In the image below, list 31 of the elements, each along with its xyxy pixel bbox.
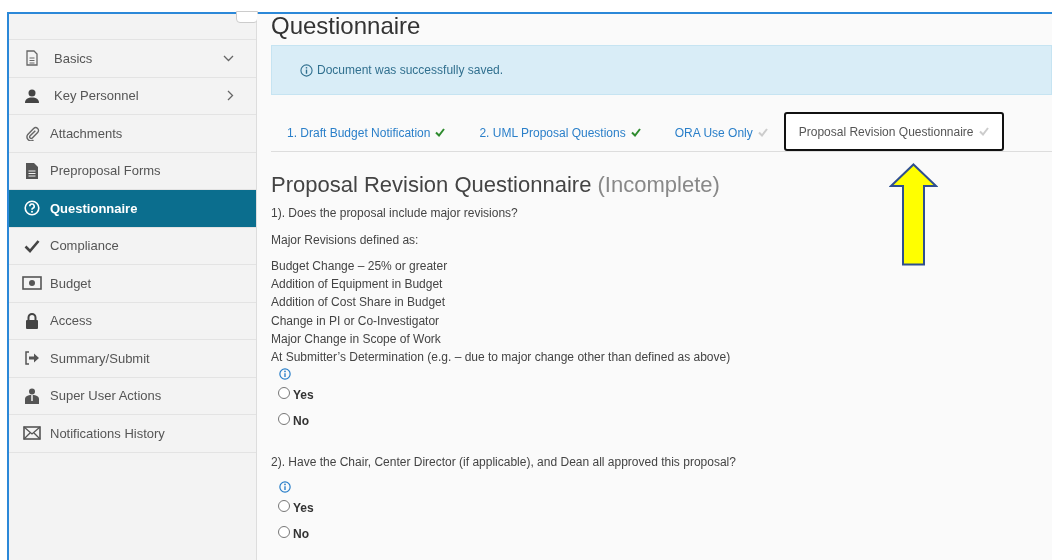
sidebar-item[interactable]: Notifications History [9, 414, 256, 452]
sidebar-item[interactable]: Basics [9, 39, 256, 77]
definition-line: At Submitter’s Determination (e.g. – due to major change other than defined as above) [271, 349, 732, 366]
sidebar-item[interactable]: Summary/Submit [9, 339, 256, 377]
definition-line: Addition of Equipment in Budget [271, 276, 444, 294]
sidebar-item[interactable]: Access [9, 301, 256, 339]
question-text: 1). Does the proposal include major revisions? [271, 205, 519, 222]
definition-line: Major Change in Scope of Work [271, 330, 442, 348]
tab[interactable]: Proposal Revision Questionnaire [783, 112, 1004, 151]
sidebar-item[interactable]: Budget [9, 264, 256, 302]
definition-line: Change in PI or Co-Investigator [271, 312, 441, 330]
definition-line: Addition of Cost Share in Budget [271, 294, 447, 312]
tab[interactable]: 2. UML Proposal Questions [469, 114, 651, 151]
tab[interactable]: ORA Use Only [664, 114, 778, 151]
question-text: 2). Have the Chair, Center Director (if applicable), and Dean all approved this proposal? [271, 454, 737, 472]
page-title: Questionnaire [271, 14, 422, 41]
definition-line: Budget Change – 25% or greater [271, 258, 449, 275]
sidebar-item[interactable]: Compliance [9, 226, 256, 264]
definition-heading: Major Revisions defined as: [271, 232, 420, 249]
tab[interactable]: 1. Draft Budget Notification [277, 114, 456, 151]
option-label: Yes [293, 499, 314, 517]
sidebar-item[interactable]: Key Personnel [9, 76, 256, 114]
sidebar-item[interactable]: Attachments [9, 114, 256, 152]
option-label: No [293, 412, 309, 430]
alert-message: Document was successfully saved. [317, 62, 504, 79]
status-label: (Incomplete) [597, 172, 720, 197]
sidebar-item[interactable]: Questionnaire [9, 189, 256, 227]
sidebar-item[interactable]: Super User Actions [9, 376, 256, 414]
option-label: Yes [293, 386, 314, 404]
section-title: Proposal Revision Questionnaire [271, 172, 592, 197]
option-label: No [293, 525, 309, 543]
